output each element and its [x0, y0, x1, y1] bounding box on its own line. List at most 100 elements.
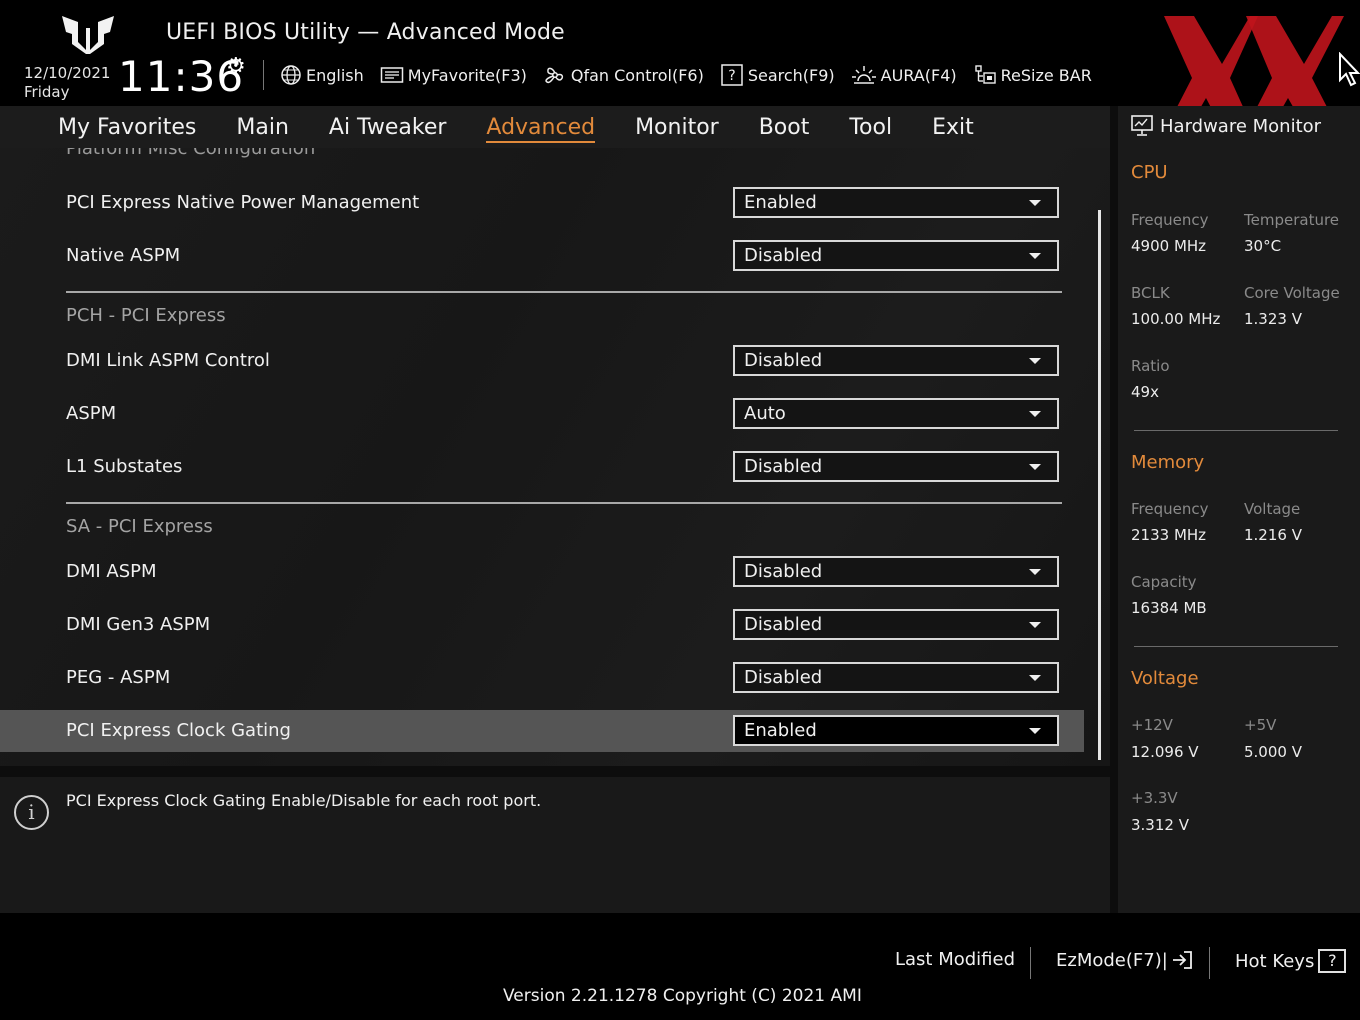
dropdown-value: Enabled	[744, 720, 817, 741]
settings-list: Platform Misc Configuration PCI Express …	[0, 148, 1110, 766]
qfan-control-button[interactable]: Qfan Control(F6)	[543, 63, 704, 87]
setting-label: PEG - ASPM	[66, 667, 171, 688]
hwm-voltage-heading: Voltage	[1131, 668, 1199, 689]
tab-exit[interactable]: Exit	[932, 115, 974, 140]
date-display: 12/10/2021 Friday	[24, 64, 110, 102]
tuf-logo-icon	[62, 16, 114, 54]
tab-boot[interactable]: Boot	[759, 115, 810, 140]
resize-bar-button[interactable]: ReSize BAR	[973, 63, 1092, 87]
tab-monitor[interactable]: Monitor	[635, 115, 719, 140]
tab-main[interactable]: Main	[236, 115, 289, 140]
hwm-core-voltage-value: 1.323 V	[1244, 310, 1302, 328]
hwm-3v3-value: 3.312 V	[1131, 816, 1189, 834]
header-toolbar: English MyFavorite(F3) Qfan Control(F6)	[280, 60, 1108, 90]
setting-row-pcie-native-power-mgmt[interactable]: PCI Express Native Power Management Enab…	[0, 182, 1084, 224]
setting-dropdown[interactable]: Disabled	[733, 662, 1059, 693]
tab-my-favorites[interactable]: My Favorites	[58, 115, 196, 140]
hwm-bclk-value: 100.00 MHz	[1131, 310, 1221, 328]
footer-separator	[1030, 947, 1031, 979]
setting-row-native-aspm[interactable]: Native ASPM Disabled	[0, 235, 1084, 277]
hwm-cpu-heading: CPU	[1131, 162, 1168, 183]
dropdown-value: Disabled	[744, 561, 823, 582]
tab-ai-tweaker[interactable]: Ai Tweaker	[329, 115, 447, 140]
app-title: UEFI BIOS Utility — Advanced Mode	[166, 20, 565, 45]
hardware-monitor-panel: Hardware Monitor CPU Frequency 4900 MHz …	[1118, 106, 1360, 913]
chevron-down-icon	[1029, 411, 1041, 417]
ezmode-button[interactable]: EzMode(F7)|	[1056, 949, 1194, 971]
section-title-sa-pci-express: SA - PCI Express	[66, 516, 213, 537]
setting-row-pcie-clock-gating[interactable]: PCI Express Clock Gating Enabled	[0, 710, 1084, 752]
hwm-core-voltage-label: Core Voltage	[1244, 284, 1340, 302]
dropdown-value: Disabled	[744, 245, 823, 266]
hwm-mem-frequency-value: 2133 MHz	[1131, 526, 1207, 544]
setting-dropdown[interactable]: Auto	[733, 398, 1059, 429]
hwm-3v3-label: +3.3V	[1131, 789, 1178, 807]
globe-icon	[281, 65, 301, 85]
info-icon: i	[14, 795, 49, 830]
footer-separator	[1209, 947, 1210, 979]
hwm-cpu-frequency-label: Frequency	[1131, 211, 1209, 229]
settings-scrollbar[interactable]	[1098, 210, 1101, 760]
last-modified-button[interactable]: Last Modified	[895, 949, 1015, 970]
section-divider	[66, 291, 1062, 293]
chevron-down-icon	[1029, 358, 1041, 364]
header-bar: UEFI BIOS Utility — Advanced Mode 12/10/…	[0, 0, 1360, 140]
help-panel: i PCI Express Clock Gating Enable/Disabl…	[0, 777, 1110, 913]
setting-row-aspm[interactable]: ASPM Auto	[0, 393, 1084, 435]
section-divider	[66, 502, 1062, 504]
search-button[interactable]: ? Search(F9)	[720, 63, 835, 87]
myfavorite-label: MyFavorite(F3)	[407, 65, 527, 85]
hwm-ratio-label: Ratio	[1131, 357, 1170, 375]
resize-bar-label: ReSize BAR	[1000, 65, 1092, 85]
dropdown-value: Enabled	[744, 192, 817, 213]
hwm-12v-label: +12V	[1131, 716, 1173, 734]
setting-dropdown[interactable]: Enabled	[733, 715, 1059, 746]
dropdown-value: Auto	[744, 403, 786, 424]
hwm-mem-frequency-label: Frequency	[1131, 500, 1209, 518]
day-text: Friday	[24, 83, 70, 101]
help-question-icon: ?	[1318, 949, 1347, 973]
hwm-5v-value: 5.000 V	[1244, 743, 1302, 761]
setting-dropdown[interactable]: Enabled	[733, 187, 1059, 218]
hwm-mem-voltage-value: 1.216 V	[1244, 526, 1302, 544]
setting-dropdown[interactable]: Disabled	[733, 240, 1059, 271]
setting-dropdown[interactable]: Disabled	[733, 451, 1059, 482]
dropdown-value: Disabled	[744, 667, 823, 688]
tab-tool[interactable]: Tool	[849, 115, 892, 140]
hwm-bclk-label: BCLK	[1131, 284, 1170, 302]
hwm-12v-value: 12.096 V	[1131, 743, 1199, 761]
language-label: English	[306, 65, 364, 85]
resize-bar-icon	[974, 65, 996, 84]
exit-arrow-icon	[1172, 951, 1192, 969]
setting-row-dmi-link-aspm-control[interactable]: DMI Link ASPM Control Disabled	[0, 340, 1084, 382]
setting-row-dmi-gen3-aspm[interactable]: DMI Gen3 ASPM Disabled	[0, 604, 1084, 646]
hot-keys-button[interactable]: Hot Keys ?	[1235, 949, 1347, 973]
section-title-pch-pci-express: PCH - PCI Express	[66, 305, 226, 326]
hot-keys-label: Hot Keys	[1235, 950, 1315, 972]
hwm-ratio-value: 49x	[1131, 383, 1159, 401]
tab-advanced[interactable]: Advanced	[486, 115, 595, 143]
mouse-cursor-icon	[1339, 52, 1360, 87]
main-tab-bar: My Favorites Main Ai Tweaker Advanced Mo…	[0, 106, 1110, 148]
aura-button[interactable]: AURA(F4)	[851, 63, 957, 87]
chevron-down-icon	[1029, 464, 1041, 470]
hwm-cpu-temperature-value: 30°C	[1244, 237, 1282, 255]
hwm-divider	[1134, 646, 1338, 647]
setting-label: DMI ASPM	[66, 561, 157, 582]
qfan-control-label: Qfan Control(F6)	[570, 65, 704, 85]
clock-settings-gear-icon[interactable]: ⚙	[226, 54, 246, 79]
hardware-monitor-title: Hardware Monitor	[1130, 114, 1321, 138]
setting-dropdown[interactable]: Disabled	[733, 345, 1059, 376]
language-button[interactable]: English	[280, 64, 364, 86]
setting-row-dmi-aspm[interactable]: DMI ASPM Disabled	[0, 551, 1084, 593]
aura-light-icon	[851, 66, 876, 84]
dropdown-value: Disabled	[744, 456, 823, 477]
setting-row-l1-substates[interactable]: L1 Substates Disabled	[0, 446, 1084, 488]
setting-dropdown[interactable]: Disabled	[733, 556, 1059, 587]
setting-label: Native ASPM	[66, 245, 181, 266]
setting-row-peg-aspm[interactable]: PEG - ASPM Disabled	[0, 657, 1084, 699]
setting-dropdown[interactable]: Disabled	[733, 609, 1059, 640]
hardware-monitor-label: Hardware Monitor	[1160, 115, 1322, 137]
myfavorite-button[interactable]: MyFavorite(F3)	[380, 65, 527, 85]
dropdown-value: Disabled	[744, 350, 823, 371]
